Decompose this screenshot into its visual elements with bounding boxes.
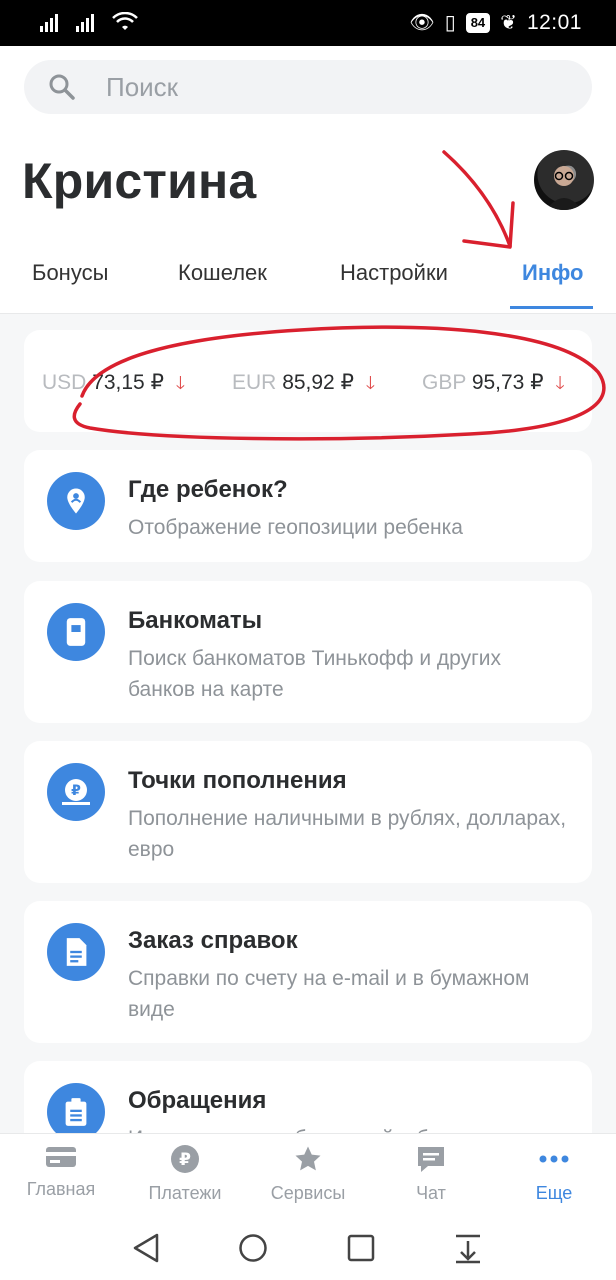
signal-icon [40, 14, 58, 32]
card-title: Точки пополнения [128, 767, 347, 794]
leaf-icon: ❦ [500, 12, 517, 34]
system-navigation-bar [0, 1213, 616, 1280]
ruble-cash-icon: ₽ [47, 763, 105, 821]
rate-value: 95,73 ₽ [471, 371, 544, 394]
svg-text:₽: ₽ [179, 1150, 191, 1170]
card-where-child[interactable]: Где ребенок? Отображение геопозиции ребе… [24, 450, 592, 562]
nav-more[interactable]: Еще [499, 1144, 609, 1204]
card-title: Где ребенок? [128, 476, 288, 503]
rate-value: 85,92 ₽ [282, 371, 354, 394]
card-title: Банкоматы [128, 607, 263, 634]
chat-icon [418, 1147, 444, 1172]
nav-services[interactable]: Сервисы [253, 1144, 363, 1204]
nav-chat[interactable]: Чат [376, 1144, 486, 1204]
down-arrow-icon: 🡓 [175, 373, 186, 393]
atm-icon [47, 603, 105, 661]
eye-icon: 👁 [409, 12, 435, 34]
nav-label: Сервисы [270, 1183, 346, 1203]
recents-square-icon[interactable] [345, 1231, 377, 1265]
card-atms[interactable]: Банкоматы Поиск банкоматов Тинькофф и др… [24, 581, 592, 723]
location-pin-icon [47, 472, 105, 530]
back-icon[interactable] [130, 1231, 162, 1265]
card-description: Справки по счету на e-mail и в бумажном … [128, 967, 530, 1021]
card-description: Отображение геопозиции ребенка [128, 516, 463, 539]
search-placeholder: Поиск [106, 71, 179, 102]
search-input[interactable]: Поиск [24, 60, 592, 114]
card-description: Пополнение наличными в рублях, долларах,… [128, 807, 567, 861]
nav-home[interactable]: Главная [6, 1144, 116, 1200]
card-title: Обращения [128, 1087, 267, 1114]
status-time: 12:01 [526, 10, 582, 34]
rate-usd: USD 73,15 ₽ 🡓 [42, 370, 185, 401]
nav-label: Главная [26, 1179, 96, 1199]
tab-wallet[interactable]: Кошелек [178, 260, 267, 286]
star-icon [295, 1146, 321, 1171]
status-bar: 👁 ▯ 84 ❦ 12:01 [0, 0, 616, 46]
down-arrow-icon: 🡓 [365, 373, 376, 393]
nav-label: Еще [535, 1183, 573, 1203]
bottom-navigation: Главная ₽ Платежи Сервисы Чат Еще [0, 1133, 616, 1214]
more-dots-icon [539, 1155, 569, 1163]
nav-label: Платежи [148, 1183, 222, 1203]
nav-payments[interactable]: ₽ Платежи [130, 1144, 240, 1204]
card-title: Заказ справок [128, 927, 298, 954]
ruble-icon: ₽ [171, 1145, 199, 1173]
avatar[interactable] [534, 150, 594, 210]
exchange-rates-card[interactable]: USD 73,15 ₽ 🡓 EUR 85,92 ₽ 🡓 GBP 95,73 ₽ … [24, 330, 592, 432]
nav-label: Чат [416, 1183, 446, 1203]
search-icon [42, 67, 82, 107]
rate-eur: EUR 85,92 ₽ 🡓 [232, 370, 375, 401]
card-description: Поиск банкоматов Тинькофф и других банко… [128, 647, 501, 701]
rate-gbp: GBP 95,73 ₽ 🡓 [422, 370, 565, 401]
tabs-divider [0, 313, 616, 314]
rate-code: GBP [422, 371, 466, 394]
home-circle-icon[interactable] [237, 1231, 269, 1265]
tab-settings[interactable]: Настройки [340, 260, 448, 286]
rate-code: EUR [232, 371, 277, 394]
wifi-icon [112, 12, 138, 30]
svg-text:₽: ₽ [71, 783, 81, 799]
signal-icon-2 [76, 14, 94, 32]
card-topup-points[interactable]: ₽ Точки пополнения Пополнение наличными … [24, 741, 592, 883]
active-tab-indicator [510, 306, 593, 309]
signal-group [40, 12, 138, 32]
rate-value: 73,15 ₽ [92, 371, 164, 394]
notifications-pull-icon[interactable] [452, 1231, 484, 1265]
rate-code: USD [42, 371, 87, 394]
document-icon [47, 923, 105, 981]
battery-indicator: 84 [465, 12, 491, 33]
down-arrow-icon: 🡓 [555, 373, 565, 393]
profile-name: Кристина [22, 153, 257, 209]
tab-info[interactable]: Инфо [522, 260, 584, 286]
card-icon [46, 1147, 76, 1167]
tab-bonuses[interactable]: Бонусы [32, 260, 108, 286]
status-right: 👁 ▯ 84 ❦ 12:01 [409, 10, 582, 35]
vibrate-icon: ▯ [444, 12, 456, 34]
card-certificates[interactable]: Заказ справок Справки по счету на e-mail… [24, 901, 592, 1043]
